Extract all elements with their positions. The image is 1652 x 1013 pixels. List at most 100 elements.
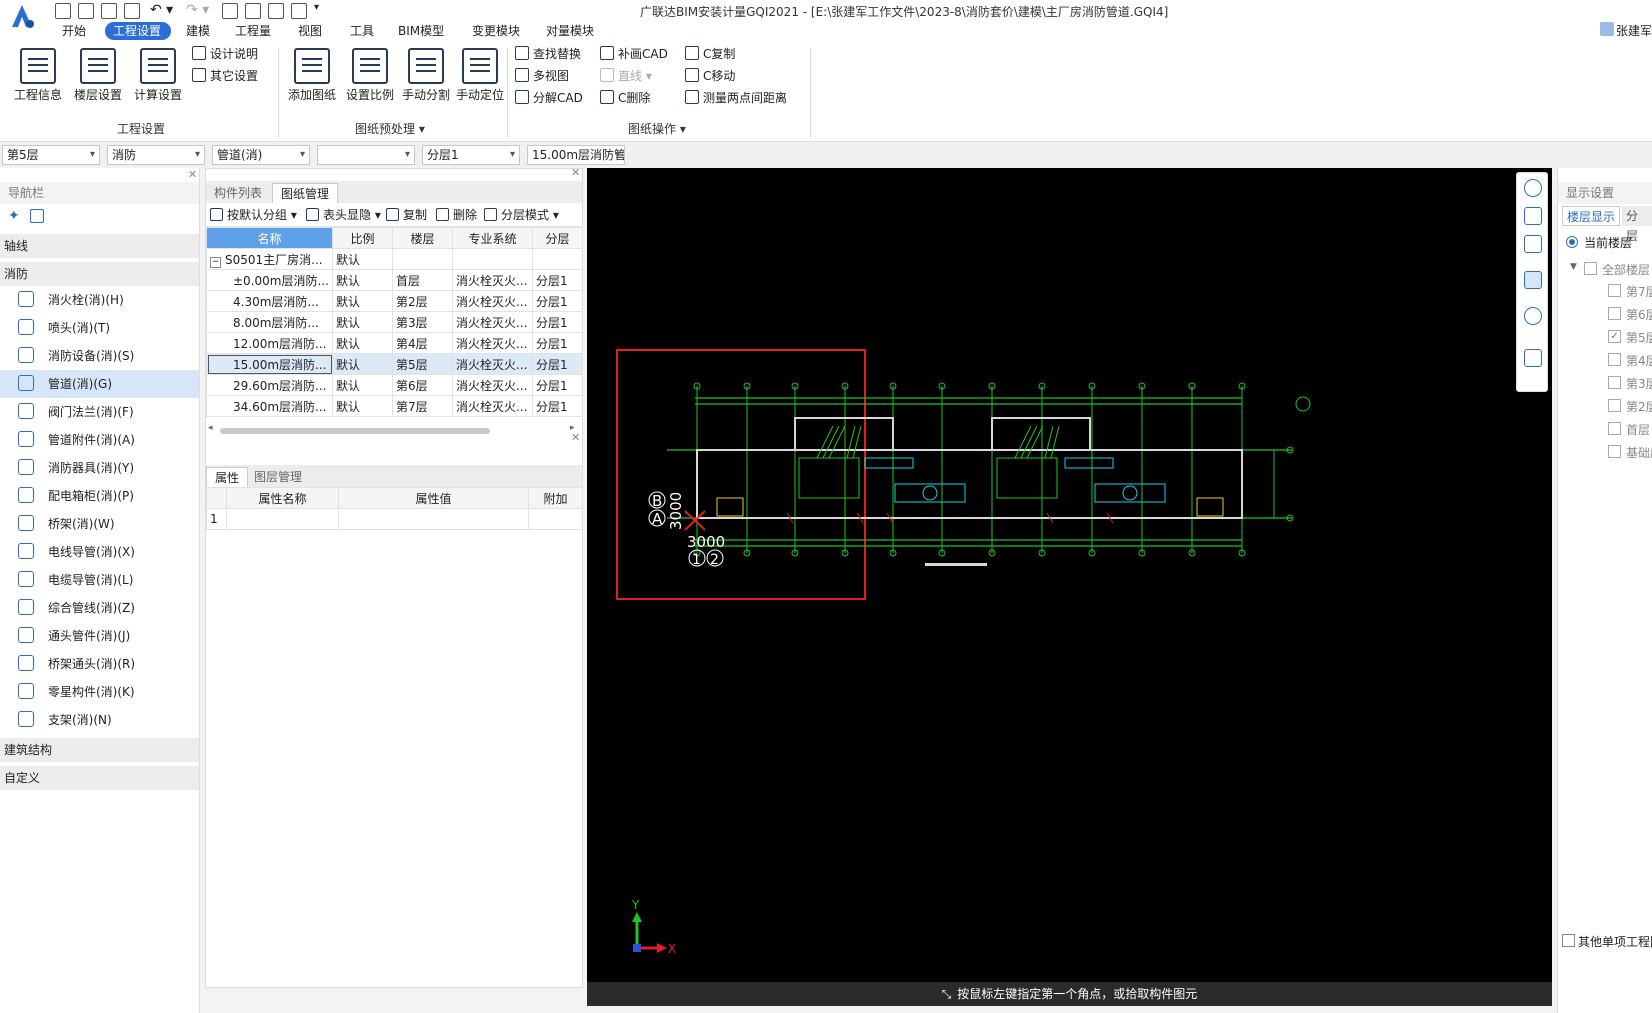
open-folder-icon[interactable] xyxy=(101,3,117,19)
table-cell[interactable]: 第7层 xyxy=(392,395,453,417)
tab-layers[interactable]: 分层 xyxy=(1622,206,1652,243)
menu-quantity[interactable]: 工程量 xyxy=(227,22,279,40)
close-icon[interactable]: ✕ xyxy=(571,431,580,444)
col-system[interactable]: 专业系统 xyxy=(452,227,533,249)
table-row[interactable]: 12.00m层消防... 默认 第4层 消火栓灭火... 分层1 xyxy=(206,332,583,354)
component-type-select[interactable]: 管道(消) xyxy=(212,145,310,165)
explode-cad-button[interactable]: 分解CAD xyxy=(515,88,583,108)
copy-icon[interactable] xyxy=(291,3,307,19)
horizontal-scrollbar[interactable]: ◂ ▸ xyxy=(206,423,582,439)
tool-icon[interactable] xyxy=(268,3,284,19)
col-layer[interactable]: 分层 xyxy=(532,227,583,249)
box-view-icon[interactable] xyxy=(1524,235,1542,253)
table-cell[interactable]: 消火栓灭火... xyxy=(452,395,533,417)
table-cell[interactable]: 默认 xyxy=(332,374,393,396)
menu-project-settings[interactable]: 工程设置 xyxy=(105,22,171,40)
nav-item[interactable]: 消火栓(消)(H) xyxy=(0,286,199,314)
project-info-button[interactable]: 工程信息 xyxy=(8,46,68,106)
tab-component-list[interactable]: 构件列表 xyxy=(206,183,270,203)
table-cell[interactable]: 首层 xyxy=(392,269,453,291)
floor-checkbox[interactable] xyxy=(1608,307,1621,320)
group-default-button[interactable]: 按默认分组 ▾ xyxy=(210,206,297,223)
c-move-button[interactable]: C移动 xyxy=(685,66,735,86)
scroll-left-icon[interactable]: ◂ xyxy=(208,423,213,433)
menu-tools[interactable]: 工具 xyxy=(342,22,382,40)
col-floor[interactable]: 楼层 xyxy=(392,227,453,249)
table-cell[interactable]: 29.60m层消防... xyxy=(206,374,333,396)
top-view-icon[interactable] xyxy=(1524,271,1542,289)
design-notes-button[interactable]: 设计说明 xyxy=(192,44,258,64)
col-name[interactable]: 名称 xyxy=(206,227,333,249)
property-value-cell[interactable] xyxy=(338,508,529,530)
table-cell[interactable]: 消火栓灭火... xyxy=(452,311,533,333)
table-row[interactable]: 4.30m层消防... 默认 第2层 消火栓灭火... 分层1 xyxy=(206,290,583,312)
table-cell[interactable]: 消火栓灭火... xyxy=(452,290,533,312)
table-cell[interactable]: ±0.00m层消防... xyxy=(206,269,333,291)
nav-item[interactable]: 零星构件(消)(K) xyxy=(0,678,199,706)
table-cell[interactable]: 消火栓灭火... xyxy=(452,353,533,375)
floor-select[interactable]: 第5层 xyxy=(2,145,100,165)
nav-item[interactable]: 通头管件(消)(J) xyxy=(0,622,199,650)
table-cell[interactable]: 默认 xyxy=(332,332,393,354)
col-scale[interactable]: 比例 xyxy=(332,227,393,249)
current-floor-radio[interactable] xyxy=(1566,236,1578,248)
save-icon[interactable] xyxy=(124,3,140,19)
nav-item[interactable]: 管道附件(消)(A) xyxy=(0,426,199,454)
redraw-cad-button[interactable]: 补画CAD xyxy=(600,44,668,64)
close-icon[interactable]: ✕ xyxy=(188,168,197,181)
table-cell[interactable]: 分层1 xyxy=(532,353,583,375)
copy-button[interactable]: 复制 xyxy=(386,206,427,223)
sum-icon[interactable] xyxy=(222,3,238,19)
drawing-canvas[interactable]: B A 3000 3000 1 2 X Y xyxy=(587,168,1552,982)
floor-settings-button[interactable]: 楼层设置 xyxy=(68,46,128,106)
table-cell[interactable]: 第2层 xyxy=(392,290,453,312)
c-delete-button[interactable]: C删除 xyxy=(600,88,650,108)
nav-item[interactable]: 消防器具(消)(Y) xyxy=(0,454,199,482)
table-cell[interactable]: 默认 xyxy=(332,353,393,375)
measure-distance-button[interactable]: 测量两点间距离 xyxy=(685,88,787,108)
table-row[interactable]: 8.00m层消防... 默认 第3层 消火栓灭火... 分层1 xyxy=(206,311,583,333)
component-select[interactable] xyxy=(317,145,415,165)
delete-button[interactable]: 删除 xyxy=(436,206,477,223)
table-cell[interactable]: 默认 xyxy=(332,311,393,333)
line-button[interactable]: 直线 ▾ xyxy=(600,66,652,86)
nav-category-architecture[interactable]: 建筑结构 xyxy=(0,738,199,762)
nav-item[interactable]: 电线导管(消)(X) xyxy=(0,538,199,566)
add-icon[interactable]: ✦ xyxy=(8,208,20,224)
group-label-drawing-operations[interactable]: 图纸操作 ▾ xyxy=(628,120,686,137)
multi-view-button[interactable]: 多视图 xyxy=(515,66,569,86)
menu-bim-model[interactable]: BIM模型 xyxy=(390,22,452,40)
new-file-icon[interactable] xyxy=(55,3,71,19)
table-cell[interactable]: 分层1 xyxy=(532,374,583,396)
collapse-icon[interactable]: − xyxy=(210,256,221,268)
scroll-thumb[interactable] xyxy=(220,428,490,434)
table-cell[interactable]: 34.60m层消防... xyxy=(206,395,333,417)
tab-properties[interactable]: 属性 xyxy=(206,467,249,487)
table-cell[interactable]: 15.00m层消防... xyxy=(206,353,333,375)
floor-checkbox[interactable] xyxy=(1608,399,1621,412)
nav-item[interactable]: 桥架(消)(W) xyxy=(0,510,199,538)
extra-cell[interactable] xyxy=(528,508,583,530)
floor-checkbox[interactable] xyxy=(1608,353,1621,366)
nav-item[interactable]: 管道(消)(G) xyxy=(0,370,199,398)
property-name-cell[interactable] xyxy=(226,508,339,530)
tab-drawing-manager[interactable]: 图纸管理 xyxy=(272,183,339,203)
table-cell[interactable]: 分层1 xyxy=(532,332,583,354)
table-cell[interactable]: 第6层 xyxy=(392,374,453,396)
nav-category-fire[interactable]: 消防 xyxy=(0,262,199,286)
nav-category-custom[interactable]: 自定义 xyxy=(0,766,199,790)
table-cell[interactable]: 第5层 xyxy=(392,353,453,375)
nav-item[interactable]: 电缆导管(消)(L) xyxy=(0,566,199,594)
floor-checkbox[interactable] xyxy=(1608,445,1621,458)
table-cell[interactable]: 默认 xyxy=(332,395,393,417)
find-replace-button[interactable]: 查找替换 xyxy=(515,44,581,64)
menu-start[interactable]: 开始 xyxy=(54,22,94,40)
property-row[interactable]: 1 xyxy=(206,508,583,530)
discipline-select[interactable]: 消防 xyxy=(107,145,205,165)
nav-item[interactable]: 综合管线(消)(Z) xyxy=(0,594,199,622)
rotate-icon[interactable] xyxy=(1524,307,1542,325)
table-row-parent[interactable]: − S0501主厂房消... 默认 xyxy=(206,248,583,270)
floor-checkbox[interactable]: ✓ xyxy=(1608,330,1621,343)
header-toggle-button[interactable]: 表头显隐 ▾ xyxy=(306,206,381,223)
menu-view[interactable]: 视图 xyxy=(290,22,330,40)
